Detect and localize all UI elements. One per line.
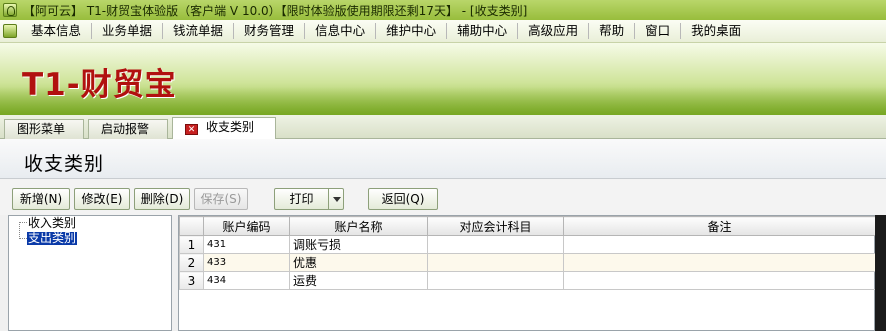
remark-cell[interactable] [563, 271, 876, 290]
print-dropdown-arrow-icon[interactable] [328, 189, 343, 209]
table-header-row: 账户编码 账户名称 对应会计科目 备注 [179, 216, 876, 236]
subject-cell[interactable] [427, 253, 564, 272]
window-title-bar: 【阿可云】 T1-财贸宝体验版（客户端 V 10.0）【限时体验版使用期限还剩1… [0, 0, 886, 20]
table-row[interactable]: 2 433 优惠 [179, 253, 876, 272]
print-button-label: 打印 [289, 192, 314, 206]
close-tab-icon[interactable]: ✕ [185, 124, 198, 135]
window-title: 【阿可云】 T1-财贸宝体验版（客户端 V 10.0）【限时体验版使用期限还剩1… [23, 3, 528, 18]
page-header: 收支类别 [0, 139, 886, 179]
back-button[interactable]: 返回(Q) [368, 188, 438, 210]
account-code-cell[interactable]: 433 [203, 253, 290, 272]
app-banner: T1-财贸宝 [0, 43, 886, 115]
account-name-cell[interactable]: 运费 [289, 271, 428, 290]
menu-finance[interactable]: 财务管理 [234, 23, 306, 39]
account-grid: 账户编码 账户名称 对应会计科目 备注 1 431 调账亏损 2 433 优惠 [178, 215, 876, 331]
row-number: 3 [179, 271, 204, 290]
column-header-code[interactable]: 账户编码 [203, 216, 290, 236]
menu-info-center[interactable]: 信息中心 [305, 23, 377, 39]
menu-bar: 基本信息 业务单据 钱流单据 财务管理 信息中心 维护中心 辅助中心 高级应用 … [0, 20, 886, 43]
app-icon [3, 3, 17, 17]
column-header-name[interactable]: 账户名称 [289, 216, 428, 236]
tree-connector [19, 222, 27, 223]
menu-help[interactable]: 帮助 [589, 23, 636, 39]
account-name-cell[interactable]: 调账亏损 [289, 235, 428, 254]
menu-auxiliary[interactable]: 辅助中心 [447, 23, 519, 39]
tab-label: 启动报警 [101, 122, 150, 136]
tree-node-income[interactable]: 收入类别 [27, 217, 77, 230]
tab-startup-alert[interactable]: 启动报警 [88, 119, 168, 139]
tree-connector [19, 222, 20, 239]
menu-cashflow-docs[interactable]: 钱流单据 [163, 23, 235, 39]
menu-advanced[interactable]: 高级应用 [518, 23, 590, 39]
print-button[interactable]: 打印 [274, 188, 344, 210]
delete-button[interactable]: 删除(D) [134, 188, 190, 210]
column-header-remark[interactable]: 备注 [563, 216, 876, 236]
tab-income-expense-category[interactable]: ✕ 收支类别 [172, 117, 276, 139]
app-menu-icon[interactable] [3, 24, 17, 38]
remark-cell[interactable] [563, 235, 876, 254]
save-button[interactable]: 保存(S) [194, 188, 248, 210]
category-tree: 收入类别 支出类别 [8, 215, 172, 331]
subject-cell[interactable] [427, 235, 564, 254]
menu-my-desktop[interactable]: 我的桌面 [681, 23, 751, 39]
tree-connector [19, 238, 27, 239]
tab-label: 收支类别 [206, 120, 255, 134]
remark-cell[interactable] [563, 253, 876, 272]
tree-node-expense[interactable]: 支出类别 [27, 232, 78, 245]
edit-button[interactable]: 修改(E) [74, 188, 130, 210]
account-name-cell[interactable]: 优惠 [289, 253, 428, 272]
product-logo: T1-财贸宝 [22, 67, 177, 103]
subject-cell[interactable] [427, 271, 564, 290]
row-number: 1 [179, 235, 204, 254]
table-row[interactable]: 3 434 运费 [179, 271, 876, 290]
tab-graphic-menu[interactable]: 图形菜单 [4, 119, 84, 139]
menu-business-docs[interactable]: 业务单据 [92, 23, 164, 39]
grid-edge-bar [875, 215, 886, 331]
row-number: 2 [179, 253, 204, 272]
menu-basic-info[interactable]: 基本信息 [21, 23, 93, 39]
table-row[interactable]: 1 431 调账亏损 [179, 235, 876, 254]
page-title: 收支类别 [24, 153, 105, 175]
toolbar: 新增(N) 修改(E) 删除(D) 保存(S) 打印 返回(Q) [0, 179, 886, 215]
tab-label: 图形菜单 [17, 122, 66, 136]
account-code-cell[interactable]: 431 [203, 235, 290, 254]
add-button[interactable]: 新增(N) [12, 188, 70, 210]
column-header-subject[interactable]: 对应会计科目 [427, 216, 564, 236]
menu-maintenance[interactable]: 维护中心 [376, 23, 448, 39]
menu-window[interactable]: 窗口 [635, 23, 682, 39]
account-code-cell[interactable]: 434 [203, 271, 290, 290]
document-tab-bar: 图形菜单 启动报警 ✕ 收支类别 [0, 115, 886, 139]
account-table: 账户编码 账户名称 对应会计科目 备注 1 431 调账亏损 2 433 优惠 [179, 216, 876, 290]
row-number-header [179, 216, 204, 236]
